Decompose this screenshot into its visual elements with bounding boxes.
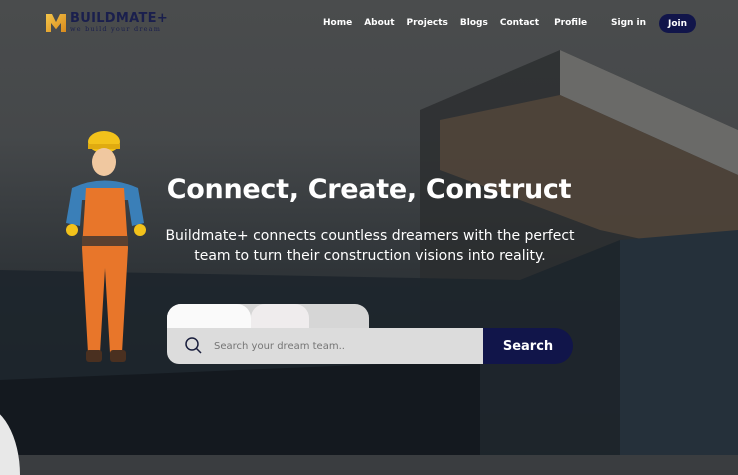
hero-subtitle: Buildmate+ connects countless dreamers w…: [165, 228, 575, 264]
nav-projects[interactable]: Projects: [407, 18, 448, 28]
search-button[interactable]: Search: [483, 328, 573, 364]
construction-worker-illustration: [66, 131, 146, 362]
nav-links: Home About Projects Blogs Contact Profil…: [323, 18, 599, 28]
nav-about[interactable]: About: [364, 18, 394, 28]
nav-contact[interactable]: Contact: [500, 18, 539, 28]
hero-title: Connect, Create, Construct: [166, 174, 572, 205]
search-icon: [185, 337, 202, 354]
join-button[interactable]: Join: [659, 14, 696, 33]
nav-blogs[interactable]: Blogs: [460, 18, 488, 28]
brand-tagline: we build your dream: [70, 25, 162, 33]
nav-home[interactable]: Home: [323, 18, 352, 28]
brand-name: BUILDMATE+: [70, 11, 169, 26]
search-input[interactable]: [214, 340, 464, 352]
logo[interactable]: BUILDMATE+ we build your dream: [46, 11, 169, 33]
search-bar: [167, 328, 483, 364]
sign-in-link[interactable]: Sign in: [611, 18, 646, 28]
logo-icon: [46, 14, 66, 32]
nav-profile[interactable]: Profile: [554, 18, 587, 28]
navbar: BUILDMATE+ we build your dream Home Abou…: [0, 0, 738, 48]
